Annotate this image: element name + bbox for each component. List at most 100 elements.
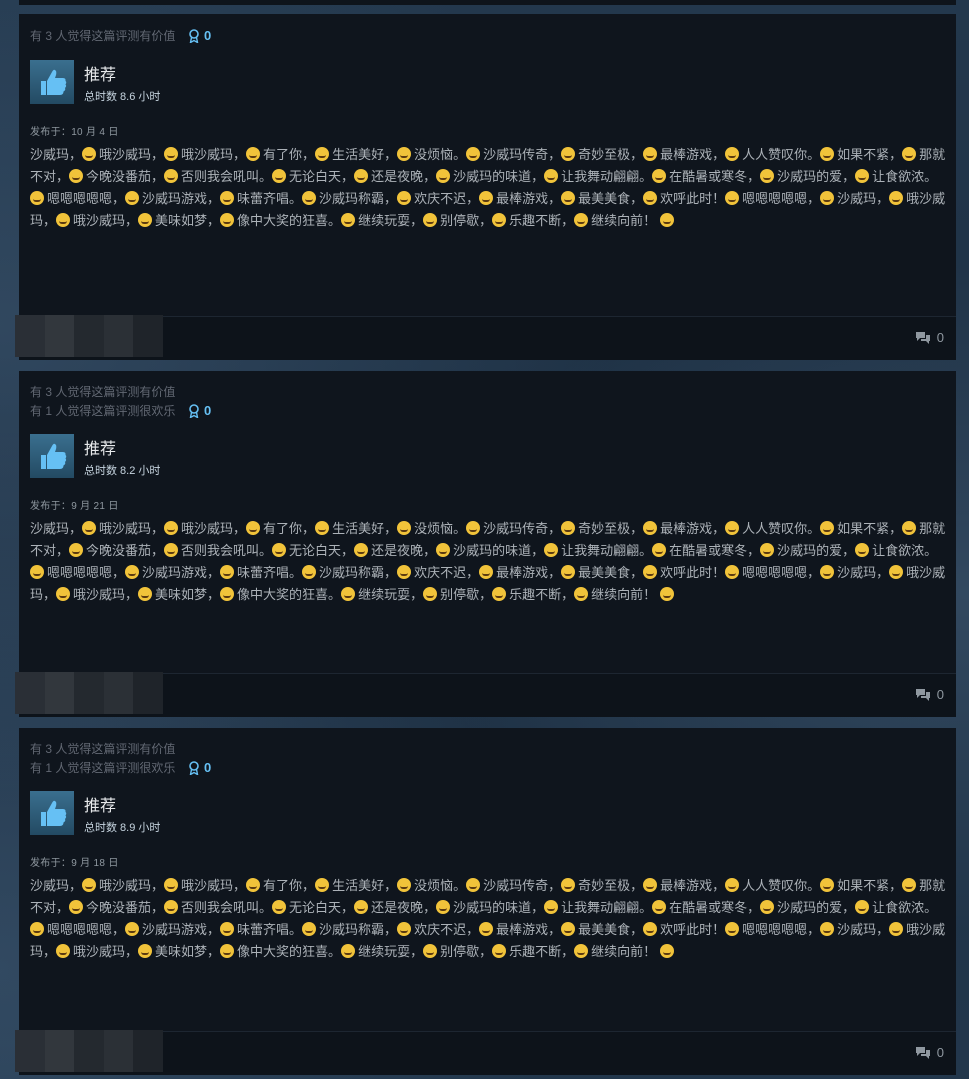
review-text-segment: 嗯嗯嗯嗯嗯， xyxy=(742,922,821,937)
review-text-segment: 生活美好， xyxy=(332,878,398,893)
review-text-segment: 沙威玛游戏， xyxy=(142,191,221,206)
review-text-segment: 哦沙威玛， xyxy=(73,587,139,602)
emoji-face-icon xyxy=(397,521,412,535)
emoji-face-icon xyxy=(220,565,235,579)
emoji-face-icon xyxy=(436,543,451,557)
review-text-segment: 嗯嗯嗯嗯嗯， xyxy=(47,922,126,937)
emoji-face-icon xyxy=(820,878,835,892)
emoji-face-icon xyxy=(725,521,740,535)
emoji-face-icon xyxy=(138,944,153,958)
emoji-face-icon xyxy=(341,213,356,227)
review-text-segment: 让我舞动翩翩。 xyxy=(561,900,653,915)
review-text-segment: 最美美食， xyxy=(578,565,644,580)
review-text-segment: 最棒游戏， xyxy=(660,147,726,162)
emoji-face-icon xyxy=(69,169,84,183)
review-text-segment: 最棒游戏， xyxy=(660,878,726,893)
emoji-face-icon xyxy=(138,587,153,601)
review-text-segment: 嗯嗯嗯嗯嗯， xyxy=(742,191,821,206)
review-text-segment: 欢庆不迟， xyxy=(414,191,480,206)
emoji-face-icon xyxy=(855,543,870,557)
review-text-segment: 继续向前！ xyxy=(591,213,657,228)
review-text-segment: 沙威玛， xyxy=(837,922,890,937)
review-text: 沙威玛， 哦沙威玛， 哦沙威玛， 有了你， 生活美好， 没烦恼。 沙威玛传奇， 奇妙至极， 最棒… xyxy=(30,875,948,963)
review-text-segment: 生活美好， xyxy=(332,147,398,162)
recommendation-title[interactable]: 推荐 xyxy=(84,441,116,459)
emoji-face-icon xyxy=(574,587,589,601)
emoji-face-icon xyxy=(760,900,775,914)
posted-date: 发布于：9 月 21 日 xyxy=(30,501,119,512)
review-text-segment: 美味如梦， xyxy=(155,587,221,602)
review-text-segment: 有了你， xyxy=(263,521,316,536)
hours-played: 总时数 8.9 小时 xyxy=(84,822,161,834)
emoji-face-icon xyxy=(272,900,287,914)
emoji-face-icon xyxy=(220,922,235,936)
recommendation-thumb[interactable] xyxy=(30,434,74,478)
award-button[interactable]: 0 xyxy=(188,760,211,775)
emoji-face-icon xyxy=(220,944,235,958)
comment-button[interactable]: 0 xyxy=(915,1046,944,1060)
review-text-segment: 无论白天， xyxy=(289,900,355,915)
review-text-segment: 没烦恼。 xyxy=(414,147,467,162)
review-text-segment: 今晚没番茄， xyxy=(86,169,165,184)
emoji-face-icon xyxy=(492,587,507,601)
comment-button[interactable]: 0 xyxy=(915,331,944,345)
review-footer: 0 xyxy=(15,315,956,360)
review-text-segment: 如果不紧， xyxy=(837,147,903,162)
recommendation-thumb[interactable] xyxy=(30,60,74,104)
posted-date: 发布于：9 月 18 日 xyxy=(30,858,119,869)
emoji-face-icon xyxy=(855,169,870,183)
emoji-face-icon xyxy=(561,878,576,892)
review-text-segment: 沙威玛传奇， xyxy=(483,521,562,536)
emoji-face-icon xyxy=(30,565,44,579)
emoji-face-icon xyxy=(561,191,576,205)
review-text-segment: 继续玩耍， xyxy=(358,213,424,228)
review-card: 有 3 人觉得这篇评测有价值 0 推荐 总时数 8.6 小时 发布于：10 月 … xyxy=(15,14,956,360)
award-button[interactable]: 0 xyxy=(188,28,211,43)
emoji-face-icon xyxy=(272,169,287,183)
comment-button[interactable]: 0 xyxy=(915,688,944,702)
emoji-face-icon xyxy=(397,878,412,892)
helpful-count-text: 有 3 人觉得这篇评测有价值 xyxy=(30,742,176,756)
emoji-face-icon xyxy=(302,922,317,936)
emoji-face-icon xyxy=(544,543,559,557)
review-text-segment: 让我舞动翩翩。 xyxy=(561,169,653,184)
review-text-segment: 像中大奖的狂喜。 xyxy=(237,587,342,602)
review-text-segment: 让食欲浓。 xyxy=(872,169,938,184)
emoji-face-icon xyxy=(436,169,451,183)
emoji-face-icon xyxy=(466,878,481,892)
review-text-segment: 人人赞叹你。 xyxy=(742,878,821,893)
award-button[interactable]: 0 xyxy=(188,403,211,418)
emoji-face-icon xyxy=(479,191,494,205)
review-text-segment: 乐趣不断， xyxy=(509,587,575,602)
review-text-segment: 欢呼此时！ xyxy=(660,922,726,937)
review-text-segment: 最棒游戏， xyxy=(496,922,562,937)
emoji-face-icon xyxy=(69,543,84,557)
emoji-face-icon xyxy=(561,521,576,535)
review-text-segment: 最棒游戏， xyxy=(660,521,726,536)
review-text-segment: 美味如梦， xyxy=(155,944,221,959)
recommendation-title[interactable]: 推荐 xyxy=(84,798,116,816)
comment-bubbles-icon xyxy=(915,689,930,701)
recommendation-title[interactable]: 推荐 xyxy=(84,67,116,85)
emoji-face-icon xyxy=(220,587,235,601)
emoji-face-icon xyxy=(652,169,667,183)
emoji-face-icon xyxy=(164,878,179,892)
review-text-segment: 让食欲浓。 xyxy=(872,900,938,915)
emoji-face-icon xyxy=(246,521,261,535)
recommendation-thumb[interactable] xyxy=(30,791,74,835)
emoji-face-icon xyxy=(820,147,835,161)
review-text-segment: 奇妙至极， xyxy=(578,878,644,893)
emoji-face-icon xyxy=(643,147,658,161)
review-text-segment: 生活美好， xyxy=(332,521,398,536)
review-footer: 0 xyxy=(15,672,956,717)
emoji-face-icon xyxy=(164,169,179,183)
emoji-face-icon xyxy=(643,191,658,205)
review-text-segment: 还是夜晚， xyxy=(371,543,437,558)
funny-count-text: 有 1 人觉得这篇评测很欢乐 xyxy=(30,761,176,775)
emoji-face-icon xyxy=(492,213,507,227)
emoji-face-icon xyxy=(725,191,740,205)
emoji-face-icon xyxy=(30,922,44,936)
emoji-face-icon xyxy=(652,543,667,557)
comment-bubbles-icon xyxy=(915,1047,930,1059)
review-text-segment: 还是夜晚， xyxy=(371,900,437,915)
